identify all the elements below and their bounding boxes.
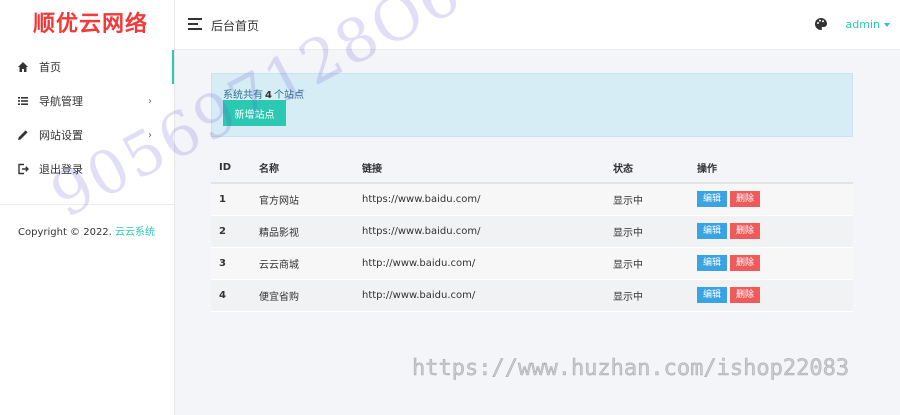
- sites-table: ID 名称 链接 状态 操作 1 官方网站 https://www.baidu.…: [211, 153, 853, 312]
- row-id: 3: [211, 247, 259, 280]
- edit-button[interactable]: 编辑: [697, 223, 728, 239]
- row-link: https://www.baidu.com/: [362, 183, 613, 216]
- table-row: 3 云云商城 http://www.baidu.com/ 显示中 编辑 删除: [211, 247, 853, 280]
- copyright-text: Copyright © 2022.: [18, 227, 112, 238]
- user-name: admin: [845, 18, 880, 31]
- delete-button[interactable]: 删除: [730, 255, 761, 271]
- edit-button[interactable]: 编辑: [697, 191, 728, 208]
- sidebar-item-label: 退出登录: [39, 163, 83, 176]
- row-status: 显示中: [613, 215, 697, 248]
- row-name: 云云商城: [259, 247, 362, 280]
- row-id: 2: [211, 215, 259, 248]
- notice-text: 系统共有 4 个站点: [223, 86, 304, 101]
- row-status: 显示中: [613, 247, 697, 280]
- header-action: 操作: [697, 153, 853, 184]
- sidebar-item-site-settings[interactable]: 网站设置 ›: [0, 118, 174, 152]
- delete-button[interactable]: 删除: [730, 287, 761, 303]
- add-site-button[interactable]: 新增站点: [223, 100, 286, 126]
- palette-icon[interactable]: [814, 17, 828, 31]
- top-bar: 后台首页 admin: [175, 0, 900, 50]
- delete-button[interactable]: 删除: [730, 223, 761, 239]
- delete-button[interactable]: 删除: [730, 191, 761, 208]
- site-count-notice: 系统共有 4 个站点 新增站点: [211, 73, 853, 137]
- row-link: http://www.baidu.com/: [362, 247, 613, 280]
- header-id: ID: [211, 153, 259, 184]
- edit-button[interactable]: 编辑: [697, 287, 728, 303]
- sidebar-item-home[interactable]: 首页: [0, 50, 174, 84]
- copyright-link[interactable]: 云云系统: [115, 227, 155, 238]
- logout-icon: [17, 163, 29, 175]
- header-name: 名称: [259, 153, 362, 184]
- watermark-url: https://www.huzhan.com/ishop22083: [412, 356, 850, 382]
- sidebar-item-logout[interactable]: 退出登录: [0, 152, 174, 186]
- list-icon: [17, 95, 29, 107]
- chevron-right-icon: ›: [148, 95, 152, 107]
- table-row: 4 便宜省购 http://www.baidu.com/ 显示中 编辑 删除: [211, 279, 853, 312]
- user-menu[interactable]: admin: [846, 18, 890, 31]
- sidebar: 顺优云网络 首页 导航管理 › 网站设置 › 退出登录 Copyright © …: [0, 0, 175, 415]
- table-row: 2 精品影视 https://www.baidu.com/ 显示中 编辑 删除: [211, 215, 853, 248]
- chevron-right-icon: ›: [148, 129, 152, 141]
- copyright: Copyright © 2022. 云云系统: [0, 205, 174, 238]
- sidebar-item-label: 网站设置: [39, 129, 83, 142]
- sidebar-item-nav-management[interactable]: 导航管理 ›: [0, 84, 174, 118]
- header-link: 链接: [362, 153, 613, 184]
- row-status: 显示中: [613, 183, 697, 216]
- sidebar-item-label: 导航管理: [39, 95, 83, 108]
- row-link: http://www.baidu.com/: [362, 279, 613, 312]
- row-id: 1: [211, 183, 259, 216]
- row-name: 精品影视: [259, 215, 362, 248]
- header-status: 状态: [613, 153, 697, 184]
- home-icon: [17, 61, 29, 73]
- row-actions: 编辑 删除: [697, 215, 853, 248]
- row-name: 便宜省购: [259, 279, 362, 312]
- row-actions: 编辑 删除: [697, 183, 853, 216]
- brand-logo[interactable]: 顺优云网络: [0, 0, 174, 50]
- row-id: 4: [211, 279, 259, 312]
- row-actions: 编辑 删除: [697, 279, 853, 312]
- menu-toggle-icon[interactable]: [188, 18, 202, 30]
- pencil-icon: [17, 129, 29, 141]
- table-row: 1 官方网站 https://www.baidu.com/ 显示中 编辑 删除: [211, 183, 853, 216]
- edit-button[interactable]: 编辑: [697, 255, 728, 271]
- row-name: 官方网站: [259, 183, 362, 216]
- caret-down-icon: [884, 23, 890, 27]
- row-link: https://www.baidu.com/: [362, 215, 613, 248]
- row-status: 显示中: [613, 279, 697, 312]
- table-header-row: ID 名称 链接 状态 操作: [211, 153, 853, 184]
- page-title: 后台首页: [211, 19, 260, 33]
- sidebar-item-label: 首页: [39, 61, 61, 74]
- row-actions: 编辑 删除: [697, 247, 853, 280]
